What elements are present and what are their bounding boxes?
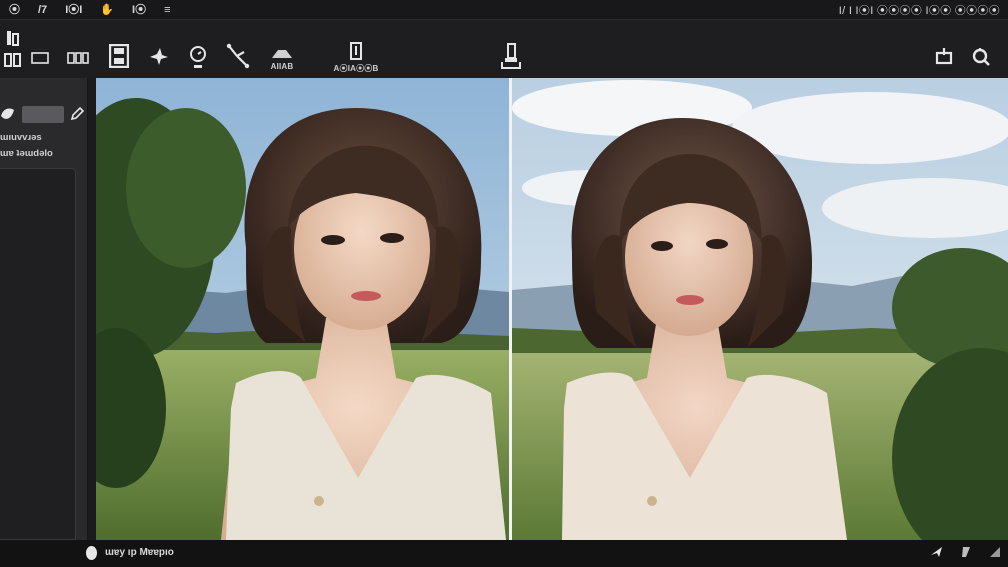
original-image-view [96, 78, 509, 540]
cursor-icon[interactable] [930, 545, 944, 564]
status-text: ɯɐy ıp Mɐɐpıo [105, 547, 174, 558]
share-tool[interactable] [934, 46, 954, 66]
history-tool[interactable] [187, 42, 209, 72]
menu-item-1[interactable]: ⦿ [0, 0, 29, 20]
shape-icon [270, 46, 294, 60]
brush-tool[interactable] [148, 44, 170, 68]
menu-item-2[interactable]: /7 [29, 0, 56, 20]
toolbar: AIIAB A⦿IA⦿⦿B [0, 20, 1008, 78]
layer-row[interactable] [0, 102, 86, 128]
pen-icon[interactable] [960, 545, 972, 564]
transform-icon [226, 42, 250, 70]
pencil-icon[interactable] [70, 106, 85, 127]
compare-icon [499, 42, 523, 72]
menu-item-5[interactable]: I⦿ [123, 0, 155, 20]
zoom-tool[interactable] [970, 46, 992, 68]
left-panel: ɯıuvvɹǝs ɯɐ ʇǝɯdǝlo [0, 78, 88, 540]
shape-tool-label: AIIAB [270, 61, 294, 71]
panel-label-1: ɯıuvvɹǝs [0, 132, 42, 143]
save-icon [109, 44, 129, 68]
layers-icon [3, 28, 23, 72]
resize-grip-icon[interactable] [988, 545, 1002, 564]
menu-item-6[interactable]: ≡ [155, 0, 179, 20]
frame-icon [31, 52, 49, 64]
layer-list[interactable] [0, 168, 76, 540]
status-bar: ɯɐy ıp Mɐɐpıo [0, 540, 1008, 567]
transform-tool[interactable] [226, 42, 250, 70]
panels-icon [67, 51, 89, 65]
menu-item-3[interactable]: I⦿I [56, 0, 91, 20]
leaf-icon [0, 106, 16, 129]
save-tool[interactable] [108, 42, 130, 70]
export-icon [349, 41, 363, 61]
search-icon [971, 47, 991, 67]
panel-label-2: ɯɐ ʇǝɯdǝlo [0, 148, 53, 159]
export-tool[interactable]: A⦿IA⦿⦿B [334, 40, 378, 74]
frame-tool[interactable] [30, 50, 50, 66]
menu-bar: ⦿ /7 I⦿I ✋ I⦿ ≡ I/ I I⦿I ⦿⦿⦿⦿ I⦿⦿ ⦿⦿⦿⦿ [0, 0, 1008, 20]
brush-icon [148, 45, 170, 67]
window-title: I/ I I⦿I ⦿⦿⦿⦿ I⦿⦿ ⦿⦿⦿⦿ [838, 4, 1000, 17]
layers-tool[interactable] [2, 26, 24, 74]
status-indicator-icon [86, 546, 97, 560]
processed-image-view [512, 78, 1008, 540]
share-icon [935, 47, 953, 65]
layer-name-field[interactable] [22, 106, 64, 123]
compare-tool[interactable] [498, 40, 524, 74]
history-icon [188, 43, 208, 71]
image-canvas[interactable] [96, 78, 1008, 540]
menu-item-4[interactable]: ✋ [91, 0, 123, 20]
export-tool-label: A⦿IA⦿⦿B [333, 63, 379, 73]
shape-tool[interactable]: AIIAB [264, 42, 300, 74]
panels-tool[interactable] [66, 50, 90, 66]
